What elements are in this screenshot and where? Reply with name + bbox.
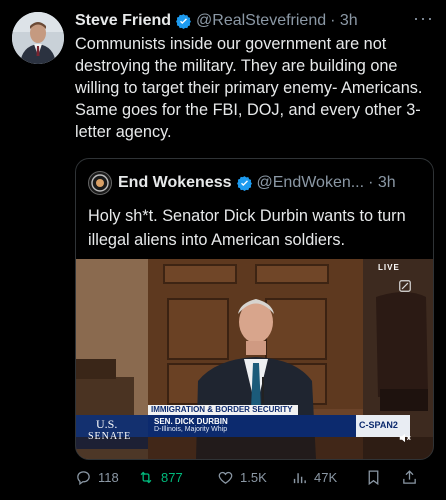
verified-badge-icon <box>176 13 191 29</box>
like-button[interactable]: 1.5K <box>217 469 291 486</box>
quote-verified-badge-icon <box>236 175 252 191</box>
views-icon <box>293 472 306 483</box>
view-count: 47K <box>314 469 338 485</box>
bookmark-icon <box>368 469 379 485</box>
tweet-time[interactable]: · 3h <box>330 12 358 30</box>
tweet-header: Steve Friend @RealStevefriend · 3h <box>75 10 436 32</box>
views-button[interactable]: 47K <box>291 469 365 486</box>
live-badge: LIVE <box>378 263 400 272</box>
speaker-title: D-Illinois, Majority Whip <box>154 426 228 433</box>
tweet-text: Communists inside our government are not… <box>75 35 423 141</box>
author-handle[interactable]: @RealStevefriend <box>196 12 326 30</box>
reply-button[interactable]: 118 <box>75 469 137 486</box>
quote-author-name[interactable]: End Wokeness <box>118 174 232 192</box>
quote-avatar-image <box>89 172 111 194</box>
more-options-icon[interactable]: ··· <box>413 8 434 29</box>
bookmark-button[interactable] <box>365 469 401 486</box>
quote-author-avatar[interactable] <box>88 171 112 195</box>
quote-text: Holy sh*t. Senator Dick Durbin wants to … <box>88 207 406 249</box>
heart-icon <box>218 471 233 484</box>
reply-count: 118 <box>98 469 119 485</box>
gif-sticker-icon <box>399 280 411 292</box>
quoted-tweet[interactable]: End Wokeness @EndWoken... · 3h Holy sh*t… <box>75 158 434 460</box>
tweet: Steve Friend @RealStevefriend · 3h ··· C… <box>0 0 446 500</box>
author-avatar[interactable] <box>12 12 64 64</box>
quote-time[interactable]: · 3h <box>368 174 396 192</box>
network-logo: C-SPAN2 <box>359 420 398 430</box>
chamber-label-bottom: SENATE <box>88 431 132 442</box>
speaker-name: SEN. DICK DURBIN <box>154 417 228 426</box>
author-photo <box>12 12 64 64</box>
share-icon <box>403 469 416 484</box>
share-button[interactable] <box>401 469 425 486</box>
like-count: 1.5K <box>240 469 267 485</box>
mute-icon[interactable] <box>398 431 412 445</box>
topic-banner: IMMIGRATION & BORDER SECURITY <box>151 405 293 414</box>
action-bar: 118 877 1.5K 47K <box>75 466 435 488</box>
repost-icon <box>140 471 152 483</box>
quote-author-handle[interactable]: @EndWoken... <box>257 174 365 192</box>
video-player[interactable]: LIVE IMMIGRATION & BORDER SECURITY SEN. … <box>76 259 433 459</box>
chamber-label-top: U.S. <box>96 417 118 431</box>
quote-header: End Wokeness @EndWoken... · 3h <box>88 171 425 195</box>
repost-count: 877 <box>161 469 183 485</box>
repost-button[interactable]: 877 <box>137 469 217 486</box>
author-name[interactable]: Steve Friend <box>75 12 171 30</box>
reply-icon <box>77 470 90 485</box>
